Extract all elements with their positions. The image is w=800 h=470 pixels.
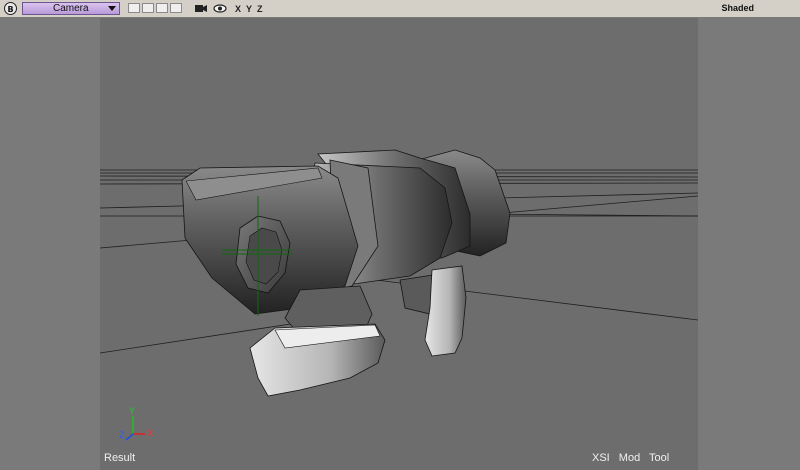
- axis-z-toggle[interactable]: Z: [257, 3, 263, 15]
- eye-icon[interactable]: [212, 2, 228, 15]
- viewport-scene: [0, 18, 800, 470]
- display-mode-menu[interactable]: Shaded: [721, 2, 754, 14]
- gizmo-y-label: Y: [129, 406, 136, 416]
- 3d-viewport[interactable]: Y X Z: [0, 18, 800, 470]
- chevron-down-icon: [108, 6, 116, 11]
- memo-cam-button-1[interactable]: [128, 3, 140, 13]
- right-margin: [698, 18, 800, 470]
- axis-y-toggle[interactable]: Y: [246, 3, 252, 15]
- gizmo-z-label: Z: [119, 430, 125, 440]
- memo-cam-button-3[interactable]: [156, 3, 168, 13]
- camera-icon[interactable]: [194, 2, 208, 15]
- gizmo-x-label: X: [147, 428, 154, 438]
- viewport-toolbar: B Camera X Y Z Shaded: [0, 0, 800, 18]
- camera-dropdown-label: Camera: [53, 3, 89, 14]
- memo-cam-button-2[interactable]: [142, 3, 154, 13]
- left-margin: [0, 18, 100, 470]
- axis-x-toggle[interactable]: X: [235, 3, 241, 15]
- gun-handle: [424, 265, 467, 357]
- camera-dropdown[interactable]: Camera: [22, 2, 120, 15]
- view-letter-button[interactable]: B: [4, 2, 17, 15]
- viewport-status-result: Result: [104, 452, 136, 464]
- app-brand-label: XSI Mod Tool: [592, 452, 670, 464]
- memo-cam-button-4[interactable]: [170, 3, 182, 13]
